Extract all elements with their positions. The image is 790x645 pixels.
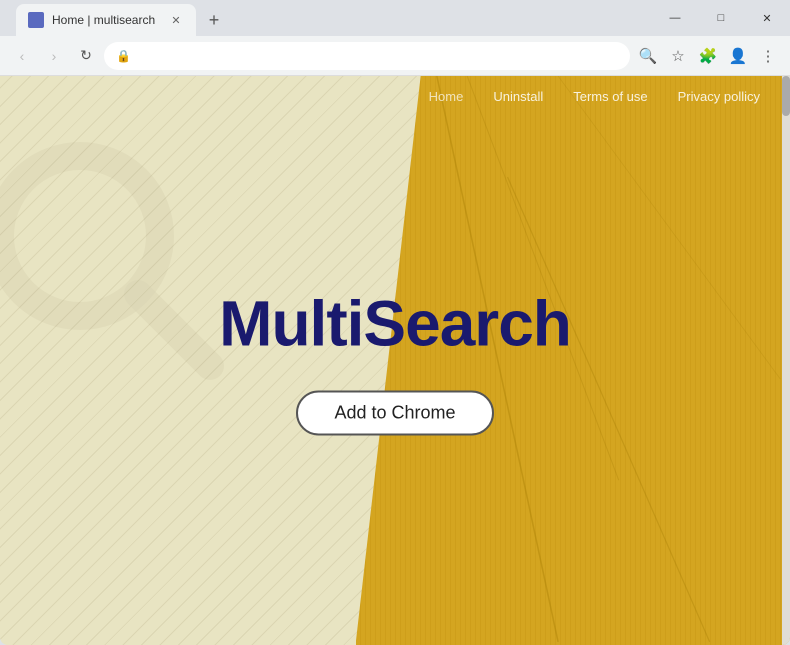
extensions-icon: 🧩	[699, 47, 718, 65]
refresh-button[interactable]: ↻	[72, 42, 100, 70]
site-nav: Home Uninstall Terms of use Privacy poll…	[0, 76, 790, 116]
nav-privacy[interactable]: Privacy pollicy	[678, 89, 760, 104]
menu-icon: ⋮	[761, 47, 776, 65]
tab-title: Home | multisearch	[52, 13, 160, 27]
brand-part1: Multi	[219, 287, 363, 359]
search-toolbar-button[interactable]: 🔍	[634, 42, 662, 70]
maximize-button[interactable]: □	[698, 0, 744, 36]
search-toolbar-icon: 🔍	[639, 47, 658, 65]
tab-favicon	[28, 12, 44, 28]
address-bar[interactable]: 🔒	[104, 42, 630, 70]
extensions-button[interactable]: 🧩	[694, 42, 722, 70]
minimize-button[interactable]: —	[652, 0, 698, 36]
refresh-icon: ↻	[80, 47, 92, 64]
profile-icon: 👤	[729, 47, 748, 65]
bookmark-button[interactable]: ☆	[664, 42, 692, 70]
tab-close-button[interactable]: ✕	[168, 12, 184, 28]
menu-button[interactable]: ⋮	[754, 42, 782, 70]
window-controls: — □ ✕	[652, 0, 790, 36]
address-bar-row: ‹ › ↻ 🔒 🔍 ☆ 🧩	[0, 36, 790, 76]
close-button[interactable]: ✕	[744, 0, 790, 36]
scrollbar-thumb[interactable]	[782, 76, 790, 116]
scrollbar[interactable]	[782, 76, 790, 645]
nav-home[interactable]: Home	[429, 89, 464, 104]
toolbar-right: 🔍 ☆ 🧩 👤 ⋮	[634, 42, 782, 70]
forward-button[interactable]: ›	[40, 42, 68, 70]
brand-title: MultiSearch	[219, 286, 571, 360]
back-icon: ‹	[20, 48, 25, 64]
star-icon: ☆	[671, 47, 684, 65]
forward-icon: ›	[52, 48, 57, 64]
nav-terms[interactable]: Terms of use	[573, 89, 647, 104]
lock-icon: 🔒	[116, 49, 131, 63]
brand-part2: Search	[363, 287, 570, 359]
nav-uninstall[interactable]: Uninstall	[493, 89, 543, 104]
profile-button[interactable]: 👤	[724, 42, 752, 70]
new-tab-button[interactable]: +	[200, 6, 228, 34]
webpage-content: Home Uninstall Terms of use Privacy poll…	[0, 76, 790, 645]
browser-window: Home | multisearch ✕ + — □ ✕ ‹	[0, 0, 790, 645]
main-content: MultiSearch Add to Chrome	[0, 286, 790, 435]
add-to-chrome-button[interactable]: Add to Chrome	[296, 390, 493, 435]
back-button[interactable]: ‹	[8, 42, 36, 70]
active-tab[interactable]: Home | multisearch ✕	[16, 4, 196, 36]
